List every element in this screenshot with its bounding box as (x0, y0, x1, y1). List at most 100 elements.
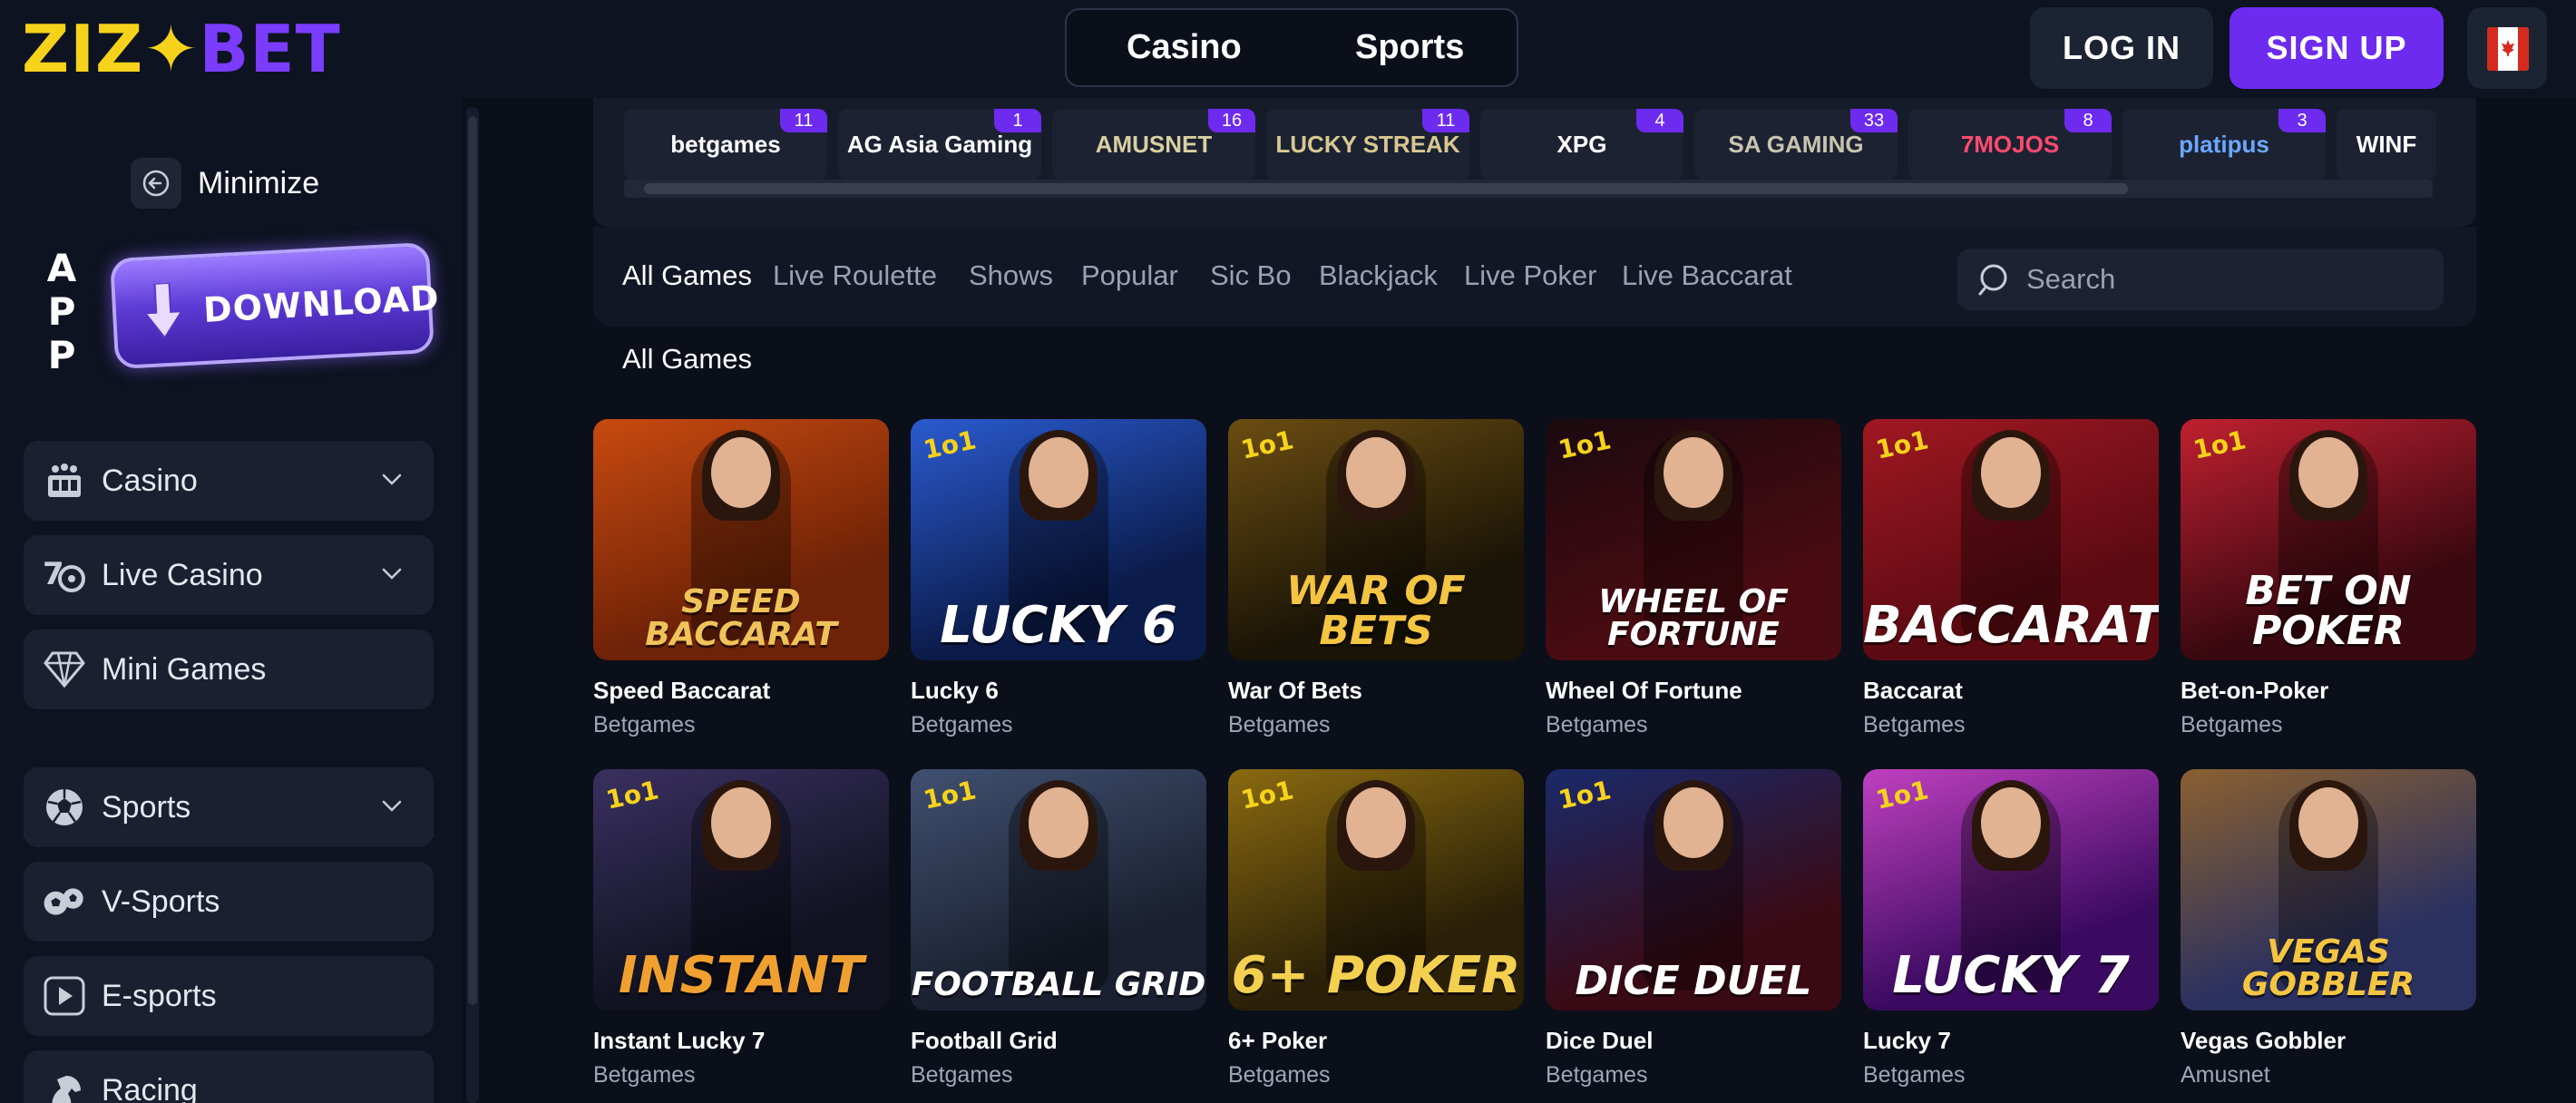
betgames-logo-icon: 1o1 (2191, 425, 2249, 465)
sidebar-scrollbar[interactable] (466, 107, 479, 1103)
provider-tile[interactable]: 7MOJOS 8 (1908, 109, 2112, 180)
betgames-logo-icon: 1o1 (1873, 425, 1931, 465)
game-art-title: LUCKY 6 (940, 596, 1177, 655)
game-title[interactable]: Wheel Of Fortune (1546, 677, 1841, 705)
play-icon (42, 973, 87, 1019)
game-card[interactable]: 1o1 BET ON POKER Bet-on-Poker Betgames (2181, 419, 2476, 738)
game-card[interactable]: 1o1 INSTANT Instant Lucky 7 Betgames (593, 769, 889, 1088)
game-art-title: INSTANT (618, 946, 864, 1005)
tab-live-baccarat[interactable]: Live Baccarat (1622, 259, 1792, 292)
game-art-title: WAR OF BETS (1286, 568, 1466, 654)
app-label: A P P (44, 247, 80, 377)
provider-name: AG Asia Gaming (846, 130, 1033, 158)
sidebar-item-racing[interactable]: Racing (24, 1050, 434, 1103)
provider-scrollbar[interactable] (624, 180, 2433, 198)
provider-count-badge: 4 (1636, 109, 1683, 132)
provider-tile[interactable]: platipus 3 (2122, 109, 2326, 180)
game-thumbnail[interactable]: 1o1 INSTANT (593, 769, 889, 1010)
download-app-button[interactable]: DOWNLOAD (110, 241, 441, 370)
game-title[interactable]: Speed Baccarat (593, 677, 889, 705)
game-title[interactable]: Vegas Gobbler (2181, 1027, 2476, 1055)
game-art-title: 6+ POKER (1231, 946, 1521, 1005)
download-arrow-icon (143, 282, 184, 339)
provider-count-badge: 1 (994, 109, 1041, 132)
game-title[interactable]: Football Grid (911, 1027, 1206, 1055)
sidebar-item-v-sports[interactable]: V-Sports (24, 862, 434, 942)
dealer-face (2298, 437, 2358, 508)
search-box[interactable] (1957, 249, 2444, 310)
provider-tile[interactable]: XPG 4 (1480, 109, 1683, 180)
tab-sic-bo[interactable]: Sic Bo (1210, 259, 1292, 292)
tab-all-games[interactable]: All Games (622, 259, 752, 292)
tab-shows[interactable]: Shows (969, 259, 1053, 292)
game-title[interactable]: Baccarat (1863, 677, 2159, 705)
game-card[interactable]: 1o1 DICE DUEL Dice Duel Betgames (1546, 769, 1841, 1088)
dealer-face (1346, 437, 1406, 508)
provider-tile[interactable]: LUCKY STREAK 11 (1266, 109, 1469, 180)
provider-name: platipus (2179, 130, 2269, 158)
game-thumbnail[interactable]: 1o1 WAR OF BETS (1228, 419, 1524, 660)
sidebar-item-label: Sports (102, 789, 191, 825)
game-thumbnail[interactable]: 1o1 6+ POKER (1228, 769, 1524, 1010)
search-icon (1978, 264, 2007, 296)
search-input[interactable] (2026, 263, 2407, 296)
provider-tile[interactable]: AMUSNET 16 (1052, 109, 1255, 180)
sidebar-item-sports[interactable]: Sports (24, 767, 434, 847)
game-title[interactable]: Lucky 6 (911, 677, 1206, 705)
game-thumbnail[interactable]: 1o1 FOOTBALL GRID (911, 769, 1206, 1010)
tab-blackjack[interactable]: Blackjack (1319, 259, 1438, 292)
sidebar-item-mini-games[interactable]: Mini Games (24, 630, 434, 709)
game-card[interactable]: VEGAS GOBBLER Vegas Gobbler Amusnet (2181, 769, 2476, 1088)
provider-tile[interactable]: SA GAMING 33 (1694, 109, 1898, 180)
game-thumbnail[interactable]: 1o1 BET ON POKER (2181, 419, 2476, 660)
tab-popular[interactable]: Popular (1081, 259, 1178, 292)
game-title[interactable]: Instant Lucky 7 (593, 1027, 889, 1055)
tab-live-poker[interactable]: Live Poker (1464, 259, 1596, 292)
game-card[interactable]: 1o1 LUCKY 6 Lucky 6 Betgames (911, 419, 1206, 738)
sidebar-item-live-casino[interactable]: 7 Live Casino (24, 535, 434, 615)
game-thumbnail[interactable]: VEGAS GOBBLER (2181, 769, 2476, 1010)
dealer-face (1346, 787, 1406, 858)
section-title: All Games (622, 343, 752, 375)
game-thumbnail[interactable]: 1o1 DICE DUEL (1546, 769, 1841, 1010)
provider-name: WINF (2356, 130, 2417, 158)
game-title[interactable]: Dice Duel (1546, 1027, 1841, 1055)
game-title[interactable]: Lucky 7 (1863, 1027, 2159, 1055)
game-card[interactable]: 1o1 BACCARAT Baccarat Betgames (1863, 419, 2159, 738)
game-title[interactable]: 6+ Poker (1228, 1027, 1524, 1055)
signup-button[interactable]: SIGN UP (2230, 7, 2444, 89)
game-title[interactable]: War Of Bets (1228, 677, 1524, 705)
sidebar-item-label: Racing (102, 1072, 198, 1103)
provider-tile[interactable]: betgames 11 (624, 109, 827, 180)
game-card[interactable]: 1o1 WHEEL OF FORTUNE Wheel Of Fortune Betga… (1546, 419, 1841, 738)
game-card[interactable]: 1o1 FOOTBALL GRID Football Grid Betgames (911, 769, 1206, 1088)
sidebar-scroll-thumb[interactable] (468, 116, 477, 1005)
toggle-casino[interactable]: Casino (1127, 10, 1242, 85)
sidebar-item-casino[interactable]: Casino (24, 441, 434, 521)
game-thumbnail[interactable]: 1o1 LUCKY 6 (911, 419, 1206, 660)
game-thumbnail[interactable]: SPEED BACCARAT (593, 419, 889, 660)
tab-live-roulette[interactable]: Live Roulette (773, 259, 937, 292)
game-thumbnail[interactable]: 1o1 BACCARAT (1863, 419, 2159, 660)
game-card[interactable]: 1o1 6+ POKER 6+ Poker Betgames (1228, 769, 1524, 1088)
provider-tile[interactable]: AG Asia Gaming 1 (838, 109, 1041, 180)
language-button[interactable] (2467, 7, 2547, 89)
game-card[interactable]: 1o1 WAR OF BETS War Of Bets Betgames (1228, 419, 1524, 738)
sidebar-item-e-sports[interactable]: E-sports (24, 956, 434, 1036)
zizobet-logo[interactable]: ZIZ✦BET (22, 13, 341, 85)
game-thumbnail[interactable]: 1o1 WHEEL OF FORTUNE (1546, 419, 1841, 660)
provider-scroll-thumb[interactable] (644, 183, 2128, 194)
provider-tile[interactable]: WINF (2337, 109, 2436, 180)
game-art-title: SPEED BACCARAT (645, 583, 837, 653)
minimize-button[interactable]: Minimize (131, 158, 319, 209)
login-button[interactable]: LOG IN (2030, 7, 2213, 89)
logo-text-part1: ZIZ (22, 11, 144, 87)
provider-name: LUCKY STREAK (1275, 130, 1460, 158)
dealer-face (1029, 787, 1088, 858)
game-title[interactable]: Bet-on-Poker (2181, 677, 2476, 705)
provider-count-badge: 11 (780, 109, 827, 132)
game-card[interactable]: SPEED BACCARAT Speed Baccarat Betgames (593, 419, 889, 738)
toggle-sports[interactable]: Sports (1355, 10, 1464, 85)
game-card[interactable]: 1o1 LUCKY 7 Lucky 7 Betgames (1863, 769, 2159, 1088)
game-thumbnail[interactable]: 1o1 LUCKY 7 (1863, 769, 2159, 1010)
